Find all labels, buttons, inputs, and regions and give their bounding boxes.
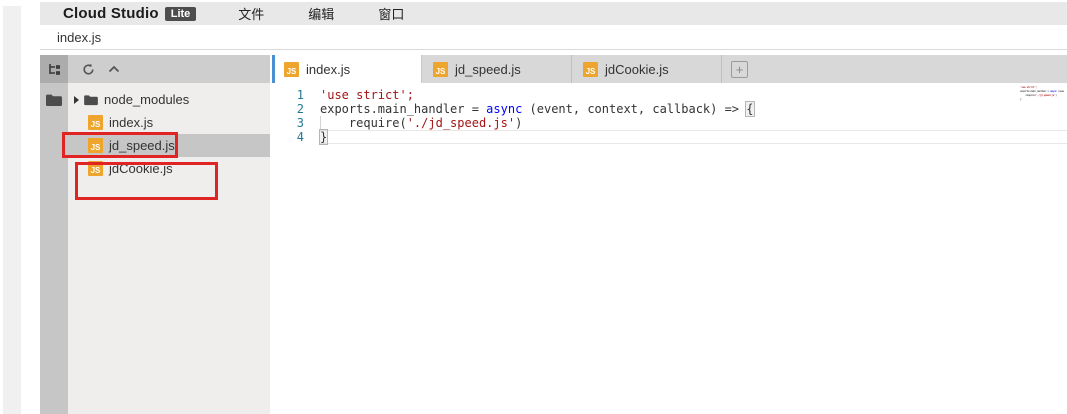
twisty-collapsed-icon[interactable] <box>74 96 79 104</box>
tree-item-label: index.js <box>109 115 153 130</box>
code-text: 'use strict'; <box>320 88 1067 102</box>
add-tab-button[interactable]: + <box>731 61 748 78</box>
js-file-icon: JS <box>88 115 103 130</box>
line-number: 4 <box>272 130 320 144</box>
editor-group: JS index.js JS jd_speed.js JS jdCookie.j… <box>272 55 1067 414</box>
file-explorer-panel: node_modulesJSindex.jsJSjd_speed.jsJSjdC… <box>68 55 270 414</box>
code-line-1: 1'use strict'; <box>272 88 1067 102</box>
annotation-box-2 <box>75 162 218 200</box>
menu-item-0[interactable]: 文件 <box>224 2 278 25</box>
menu-bar: Cloud Studio Lite 文件编辑窗口 <box>40 2 1067 25</box>
explorer-toolbar <box>68 55 270 83</box>
token-bracket: } <box>320 130 327 144</box>
cloud-studio-app: Cloud Studio Lite 文件编辑窗口 index.js <box>40 0 1067 414</box>
code-text: } <box>320 130 1067 144</box>
main-area: node_modulesJSindex.jsJSjd_speed.jsJSjdC… <box>40 55 1067 414</box>
folder-icon <box>83 94 99 106</box>
new-tab-area: + <box>722 55 748 83</box>
outline-view-button[interactable] <box>40 55 68 83</box>
code-line-3: 3 require('./jd_speed.js') <box>272 116 1067 130</box>
tab-label: jdCookie.js <box>605 62 669 77</box>
explorer-view-button[interactable] <box>40 88 68 112</box>
code-line-2: 2exports.main_handler = async (event, co… <box>272 102 1067 116</box>
tab-jd_speed-js[interactable]: JS jd_speed.js <box>422 55 572 83</box>
token-bracket: { <box>746 102 753 116</box>
js-file-icon: JS <box>433 62 448 77</box>
tab-jdCookie-js[interactable]: JS jdCookie.js <box>572 55 722 83</box>
token-plain: (event, context, callback) => <box>522 102 746 116</box>
annotation-box-1 <box>62 132 178 158</box>
token-keyword: async <box>486 102 522 116</box>
line-number: 2 <box>272 102 320 116</box>
js-file-icon: JS <box>284 62 299 77</box>
breadcrumb: index.js <box>57 30 101 45</box>
lite-badge: Lite <box>165 7 197 21</box>
folder-icon <box>45 93 63 107</box>
menu-item-1[interactable]: 编辑 <box>294 2 348 25</box>
token-plain: require( <box>320 116 407 130</box>
token-plain: exports.main_handler = <box>320 102 486 116</box>
app-title: Cloud Studio <box>63 5 159 22</box>
collapse-all-button[interactable] <box>106 61 122 77</box>
tree-item-label: node_modules <box>104 92 189 107</box>
token-plain: ) <box>515 116 522 130</box>
activity-bar <box>40 55 68 414</box>
tree-item-index-js[interactable]: JS index.js <box>68 111 270 134</box>
refresh-button[interactable] <box>80 61 96 77</box>
js-file-icon: JS <box>583 62 598 77</box>
breadcrumb-bar: index.js <box>40 25 1067 50</box>
tab-bar: JS index.js JS jd_speed.js JS jdCookie.j… <box>272 55 1067 83</box>
page-margin-scrollbar <box>3 6 21 414</box>
code-text: exports.main_handler = async (event, con… <box>320 102 1067 116</box>
minimap[interactable]: 'use strict';exports.main_handler = asyn… <box>1020 85 1064 101</box>
token-string: 'use strict'; <box>320 88 414 102</box>
tab-label: index.js <box>306 62 350 77</box>
tree-outline-icon <box>47 62 62 77</box>
menu-item-2[interactable]: 窗口 <box>364 2 418 25</box>
minimap-line: } <box>1020 97 1064 101</box>
menu-items: 文件编辑窗口 <box>224 2 434 25</box>
code-line-4: 4} <box>272 130 1067 144</box>
tab-label: jd_speed.js <box>455 62 521 77</box>
tree-item-node_modules[interactable]: node_modules <box>68 88 270 111</box>
tab-index-js[interactable]: JS index.js <box>272 55 422 83</box>
code-text: require('./jd_speed.js') <box>320 116 1067 130</box>
line-number: 3 <box>272 116 320 130</box>
code-editor[interactable]: 1'use strict';2exports.main_handler = as… <box>272 83 1067 414</box>
token-string: './jd_speed.js' <box>407 116 515 130</box>
line-number: 1 <box>272 88 320 102</box>
